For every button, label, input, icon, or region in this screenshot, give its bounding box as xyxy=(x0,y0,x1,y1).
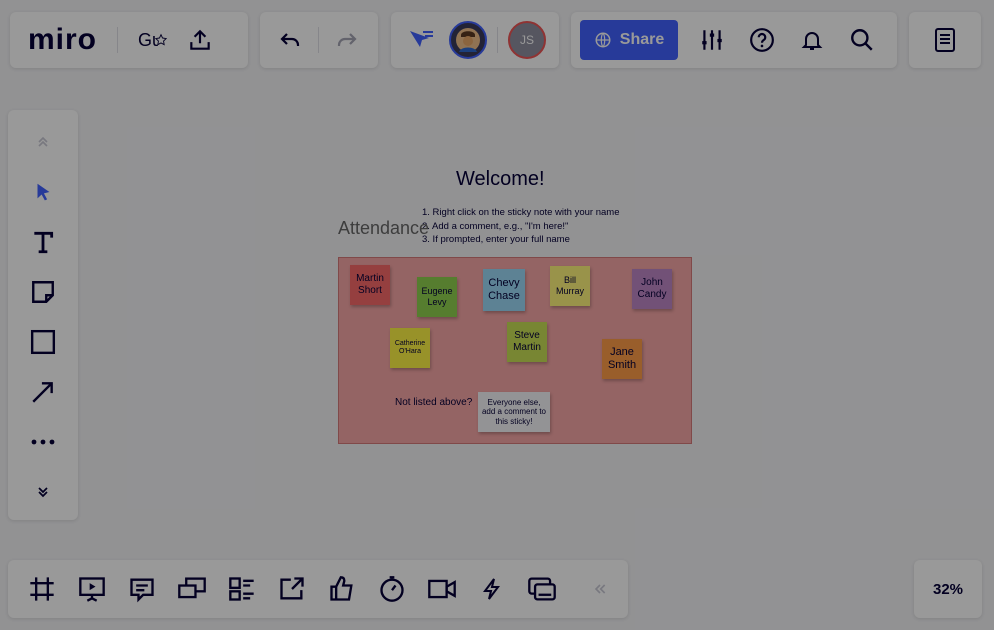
screens-icon xyxy=(527,575,557,603)
share-button[interactable]: Share xyxy=(580,20,678,60)
miro-logo[interactable]: miro xyxy=(28,23,97,57)
redo-icon xyxy=(335,28,359,52)
notes-icon xyxy=(933,27,957,53)
chat-icon xyxy=(177,575,207,603)
toolbar-expand-button[interactable] xyxy=(21,470,65,514)
apps-button[interactable] xyxy=(470,567,514,611)
bell-icon xyxy=(800,27,824,53)
upload-icon xyxy=(187,27,213,53)
voting-button[interactable] xyxy=(320,567,364,611)
redo-button[interactable] xyxy=(325,18,369,62)
more-dots-icon xyxy=(30,437,56,447)
collaborators-panel: JS xyxy=(391,12,559,68)
sticky-note-tool-button[interactable] xyxy=(21,270,65,314)
video-button[interactable] xyxy=(420,567,464,611)
sticky-chevy-chase[interactable]: Chevy Chase xyxy=(483,269,525,311)
zoom-level[interactable]: 32% xyxy=(914,560,982,618)
shape-tool-button[interactable] xyxy=(21,320,65,364)
sticky-john-candy[interactable]: John Candy xyxy=(632,269,672,309)
chevrons-left-icon xyxy=(591,581,609,597)
creation-toolbar xyxy=(8,110,78,520)
more-tools-button[interactable] xyxy=(21,420,65,464)
frame-icon xyxy=(28,575,56,603)
share-label: Share xyxy=(619,31,665,48)
text-icon xyxy=(30,229,56,255)
sticky-note-icon xyxy=(30,279,56,305)
instruction-1: 1. Right click on the sticky note with y… xyxy=(422,207,620,218)
board-canvas[interactable]: Welcome! 1. Right click on the sticky no… xyxy=(0,0,994,630)
cursor-follow-icon xyxy=(407,27,435,53)
chevrons-up-icon xyxy=(35,134,51,150)
screen-share-button[interactable] xyxy=(520,567,564,611)
divider xyxy=(117,27,119,53)
not-listed-label: Not listed above? xyxy=(395,397,473,408)
presentation-icon xyxy=(78,575,106,603)
pointer-icon xyxy=(32,180,54,204)
help-button[interactable] xyxy=(740,18,784,62)
lightning-icon xyxy=(480,575,504,603)
instructions-list: 1. Right click on the sticky note with y… xyxy=(422,206,619,247)
divider xyxy=(497,27,498,53)
avatar-collaborator[interactable]: JS xyxy=(508,21,546,59)
sliders-icon xyxy=(699,27,725,53)
sticky-steve-martin[interactable]: Steve Martin xyxy=(507,322,547,362)
history-panel xyxy=(260,12,378,68)
welcome-heading: Welcome! xyxy=(456,168,545,190)
header-right-panel: Share xyxy=(571,12,897,68)
instruction-2: 2. Add a comment, e.g., "I'm here!" xyxy=(422,220,569,232)
comments-button[interactable] xyxy=(120,567,164,611)
sticky-everyone-else[interactable]: Everyone else, add a comment to this sti… xyxy=(478,392,550,432)
notes-panel xyxy=(909,12,981,68)
attendance-title: Attendance xyxy=(338,218,430,238)
square-icon xyxy=(30,329,56,355)
sticky-catherine-ohara[interactable]: Catherine O'Hara xyxy=(390,328,430,368)
globe-icon xyxy=(594,31,612,49)
chat-button[interactable] xyxy=(170,567,214,611)
settings-button[interactable] xyxy=(690,18,734,62)
arrow-icon xyxy=(30,379,56,405)
undo-button[interactable] xyxy=(268,18,312,62)
avatar-owner[interactable] xyxy=(449,21,487,59)
notes-button[interactable] xyxy=(923,18,967,62)
user-avatar-icon xyxy=(456,28,480,52)
comment-icon xyxy=(128,575,156,603)
toolbar-collapse-button[interactable] xyxy=(21,120,65,164)
text-tool-button[interactable] xyxy=(21,220,65,264)
notifications-button[interactable] xyxy=(790,18,834,62)
help-icon xyxy=(749,27,775,53)
card-button[interactable] xyxy=(220,567,264,611)
frames-button[interactable] xyxy=(20,567,64,611)
instruction-3: 3. If prompted, enter your full name xyxy=(422,234,570,245)
header-left-panel: miro Gu xyxy=(10,12,248,68)
sticky-eugene-levy[interactable]: Eugene Levy xyxy=(417,277,457,317)
collaboration-toolbar xyxy=(8,560,628,618)
sticky-bill-murray[interactable]: Bill Murray xyxy=(550,266,590,306)
star-icon[interactable] xyxy=(154,33,168,47)
timer-icon xyxy=(378,575,406,603)
presentation-button[interactable] xyxy=(70,567,114,611)
card-list-icon xyxy=(228,575,256,603)
chevrons-down-icon xyxy=(35,484,51,500)
follow-cursor-button[interactable] xyxy=(401,20,441,60)
thumbs-up-icon xyxy=(328,575,356,603)
export-button[interactable] xyxy=(180,20,220,60)
sticky-martin-short[interactable]: Martin Short xyxy=(350,265,390,305)
select-tool-button[interactable] xyxy=(21,170,65,214)
undo-icon xyxy=(278,28,302,52)
connector-tool-button[interactable] xyxy=(21,370,65,414)
external-link-icon xyxy=(278,575,306,603)
divider xyxy=(318,27,319,53)
video-icon xyxy=(427,575,457,603)
search-icon xyxy=(849,27,875,53)
share-screen-button[interactable] xyxy=(270,567,314,611)
timer-button[interactable] xyxy=(370,567,414,611)
sticky-jane-smith[interactable]: Jane Smith xyxy=(602,339,642,379)
search-button[interactable] xyxy=(840,18,884,62)
collapse-toolbar-button[interactable] xyxy=(578,567,622,611)
